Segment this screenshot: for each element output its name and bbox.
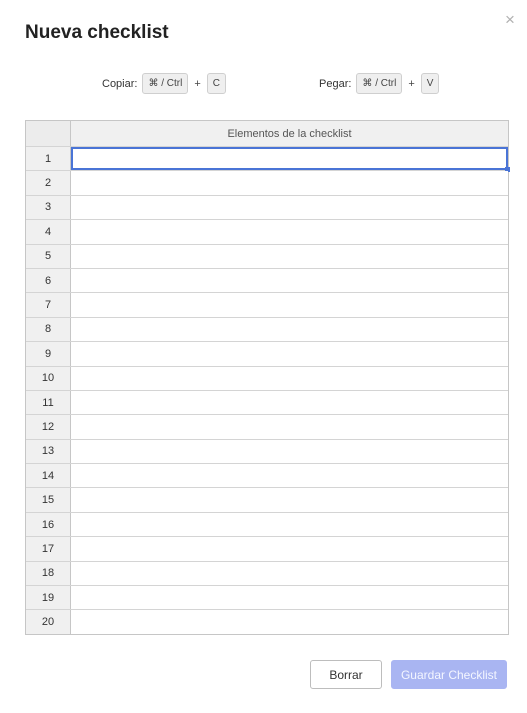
- table-row: 10: [26, 365, 508, 390]
- row-number[interactable]: 11: [26, 390, 71, 415]
- table-row: 5: [26, 243, 508, 268]
- row-number[interactable]: 8: [26, 317, 71, 342]
- row-number[interactable]: 7: [26, 293, 71, 317]
- row-number[interactable]: 2: [26, 171, 71, 195]
- paste-key: V: [420, 73, 440, 94]
- paste-label: Pegar:: [319, 77, 352, 90]
- close-icon[interactable]: ×: [500, 10, 520, 30]
- table-row: 4: [26, 219, 508, 244]
- row-number[interactable]: 14: [26, 464, 71, 488]
- table-row: 14: [26, 463, 508, 488]
- copy-label: Copiar:: [102, 77, 138, 90]
- table-row: 1: [26, 146, 510, 173]
- checklist-item-cell[interactable]: [71, 220, 508, 244]
- table-row: 6: [26, 267, 508, 293]
- checklist-item-cell[interactable]: [71, 415, 508, 439]
- paste-modifier-key: ⌘ / Ctrl: [356, 73, 403, 94]
- checklist-item-cell[interactable]: [71, 195, 508, 220]
- checklist-item-cell[interactable]: [71, 293, 508, 317]
- checklist-item-cell[interactable]: [71, 366, 508, 390]
- copy-modifier-key: ⌘ / Ctrl: [142, 73, 189, 94]
- table-row: 20: [26, 609, 508, 634]
- checklist-item-cell[interactable]: [71, 147, 510, 173]
- table-row: 17: [26, 536, 508, 561]
- table-row: 13: [26, 438, 508, 464]
- copy-key: C: [206, 73, 227, 94]
- table-row: 18: [26, 560, 508, 586]
- clear-button[interactable]: Borrar: [310, 660, 382, 689]
- table-row: 8: [26, 316, 508, 342]
- row-number[interactable]: 19: [26, 586, 71, 610]
- table-row: 9: [26, 341, 508, 366]
- checklist-item-cell[interactable]: [71, 390, 508, 415]
- row-number[interactable]: 6: [26, 268, 71, 293]
- row-number[interactable]: 4: [26, 220, 71, 244]
- paste-plus: +: [408, 77, 415, 90]
- checklist-item-cell[interactable]: [71, 610, 508, 634]
- table-row: 19: [26, 585, 508, 610]
- copy-shortcut: Copiar: ⌘ / Ctrl + C: [102, 72, 227, 95]
- table-row: 16: [26, 511, 508, 537]
- row-number[interactable]: 13: [26, 439, 71, 464]
- row-number[interactable]: 1: [26, 147, 71, 171]
- row-number[interactable]: 16: [26, 512, 71, 537]
- column-header[interactable]: Elementos de la checklist: [71, 121, 508, 146]
- table-row: 15: [26, 487, 508, 512]
- row-number[interactable]: 3: [26, 195, 71, 220]
- row-number[interactable]: 12: [26, 415, 71, 439]
- checklist-item-cell[interactable]: [71, 244, 508, 268]
- row-number[interactable]: 15: [26, 488, 71, 512]
- grid-corner-cell[interactable]: [26, 121, 71, 146]
- row-number[interactable]: 20: [26, 610, 71, 634]
- row-number[interactable]: 9: [26, 342, 71, 366]
- grid-body: 1 2 3 4 5 6 7 8 9 10 11 12 13 14 15 16 17 18 19 20: [26, 146, 510, 634]
- checklist-item-cell[interactable]: [71, 171, 508, 195]
- table-row: 7: [26, 292, 508, 317]
- copy-plus: +: [194, 77, 201, 90]
- table-row: 2: [26, 170, 508, 195]
- checklist-item-cell[interactable]: [71, 586, 508, 610]
- checklist-item-cell[interactable]: [71, 342, 508, 366]
- checklist-item-cell[interactable]: [71, 488, 508, 512]
- checklist-item-cell[interactable]: [71, 464, 508, 488]
- row-number[interactable]: 18: [26, 561, 71, 586]
- row-number[interactable]: 17: [26, 537, 71, 561]
- checklist-grid: Elementos de la checklist 1 2 3 4 5 6 7 8 9 10 11 1…: [25, 120, 510, 635]
- checklist-item-cell[interactable]: [71, 268, 508, 293]
- dialog-title: Nueva checklist: [25, 22, 169, 43]
- grid-header-row: Elementos de la checklist: [26, 121, 508, 146]
- paste-shortcut: Pegar: ⌘ / Ctrl + V: [319, 72, 440, 95]
- table-row: 3: [26, 194, 508, 220]
- table-row: 12: [26, 414, 508, 439]
- row-number[interactable]: 10: [26, 366, 71, 390]
- row-number[interactable]: 5: [26, 244, 71, 268]
- save-checklist-button[interactable]: Guardar Checklist: [391, 660, 507, 689]
- checklist-item-cell[interactable]: [71, 317, 508, 342]
- checklist-item-cell[interactable]: [71, 537, 508, 561]
- checklist-item-cell[interactable]: [71, 561, 508, 586]
- checklist-item-cell[interactable]: [71, 512, 508, 537]
- checklist-item-cell[interactable]: [71, 439, 508, 464]
- table-row: 11: [26, 389, 508, 415]
